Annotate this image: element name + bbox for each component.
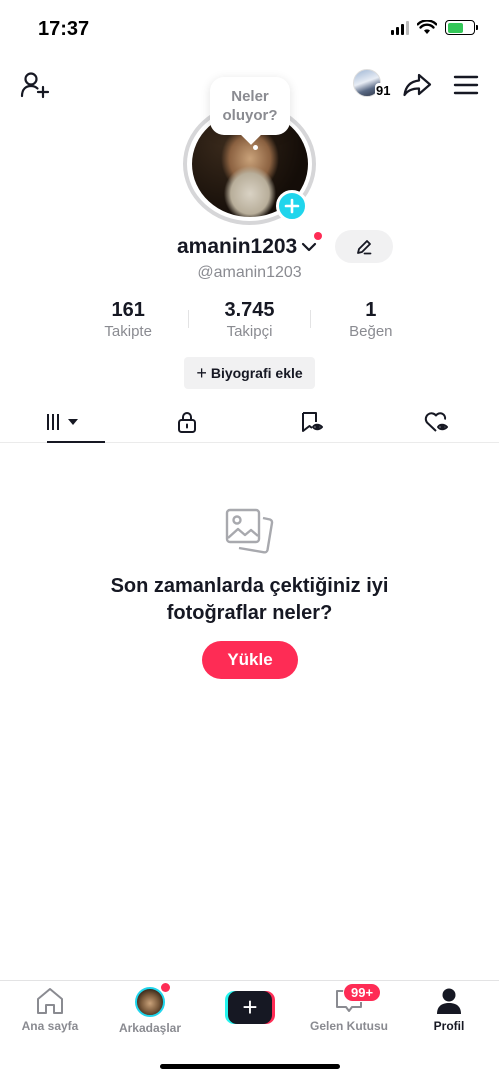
inbox-badge: 99+	[343, 983, 382, 1002]
nav-home[interactable]: Ana sayfa	[2, 987, 98, 1033]
lock-icon	[178, 411, 197, 433]
content-tabs	[0, 401, 499, 443]
status-icons	[391, 20, 478, 35]
likes-count: 1	[365, 299, 377, 321]
nav-friends-label: Arkadaşlar	[118, 1021, 182, 1035]
liked-heart-icon	[424, 411, 448, 432]
username: amanin1203	[177, 235, 298, 258]
bio-plus-icon: +	[196, 362, 207, 383]
nav-friends[interactable]: Arkadaşlar	[102, 987, 198, 1035]
add-story-button[interactable]	[276, 190, 308, 222]
nav-profile-label: Profil	[433, 1019, 465, 1033]
wifi-icon	[417, 20, 437, 34]
profile-viewers-button[interactable]: 91	[353, 69, 393, 101]
chevron-down-icon	[302, 242, 317, 252]
add-friend-button[interactable]	[18, 68, 52, 102]
bookmark-icon	[301, 411, 323, 432]
status-time: 17:37	[38, 18, 90, 40]
nav-inbox-label: Gelen Kutusu	[309, 1019, 388, 1033]
battery-icon	[445, 20, 478, 35]
friends-avatar	[135, 987, 165, 1017]
user-handle: @amanin1203	[197, 264, 302, 281]
pencil-icon	[357, 239, 372, 254]
viewer-count: 91	[375, 83, 392, 98]
tab-liked[interactable]	[374, 401, 499, 442]
share-icon	[403, 73, 432, 97]
following-label: Takipte	[104, 323, 152, 340]
home-indicator	[160, 1064, 340, 1069]
nav-home-label: Ana sayfa	[21, 1019, 79, 1033]
followers-label: Takipçi	[226, 323, 273, 340]
likes-label: Beğen	[349, 323, 393, 340]
create-button[interactable]: +	[225, 991, 275, 1024]
nav-profile[interactable]: Profil	[401, 987, 497, 1033]
home-icon	[37, 988, 63, 1014]
likes-stat[interactable]: 1 Beğen	[311, 298, 431, 340]
status-bar: 17:37	[0, 0, 499, 60]
profile-icon	[437, 988, 461, 1014]
following-count: 161	[111, 299, 145, 321]
add-bio-button[interactable]: + Biyografi ekle	[184, 357, 315, 389]
profile-stats: 161 Takipte 3.745 Takipçi 1 Beğen	[68, 297, 431, 341]
cellular-signal-icon	[391, 20, 409, 35]
menu-button[interactable]	[450, 68, 482, 102]
upload-button[interactable]: Yükle	[202, 641, 298, 679]
bubble-tail-dot	[253, 145, 258, 150]
empty-state-title: Son zamanlarda çektiğiniz iyi fotoğrafla…	[110, 575, 389, 624]
create-plus-icon: +	[228, 991, 272, 1024]
followers-count: 3.745	[224, 299, 275, 321]
tab-saved[interactable]	[250, 401, 375, 442]
add-person-icon	[20, 72, 50, 99]
plus-icon	[284, 198, 300, 214]
followers-stat[interactable]: 3.745 Takipçi	[189, 298, 309, 340]
account-switcher[interactable]: amanin1203	[177, 235, 317, 259]
add-bio-label: Biyografi ekle	[210, 365, 303, 381]
edit-profile-button[interactable]	[335, 230, 393, 263]
story-prompt-bubble[interactable]: Neler oluyor?	[210, 77, 290, 135]
friends-notification-dot	[161, 983, 170, 992]
notification-dot	[314, 232, 322, 240]
tab-posts[interactable]	[0, 401, 125, 443]
share-profile-button[interactable]	[400, 68, 434, 102]
tab-private[interactable]	[125, 401, 250, 442]
hamburger-menu-icon	[453, 75, 479, 95]
photos-icon	[225, 508, 274, 554]
grid-icon	[46, 413, 78, 430]
following-stat[interactable]: 161 Takipte	[68, 298, 188, 340]
